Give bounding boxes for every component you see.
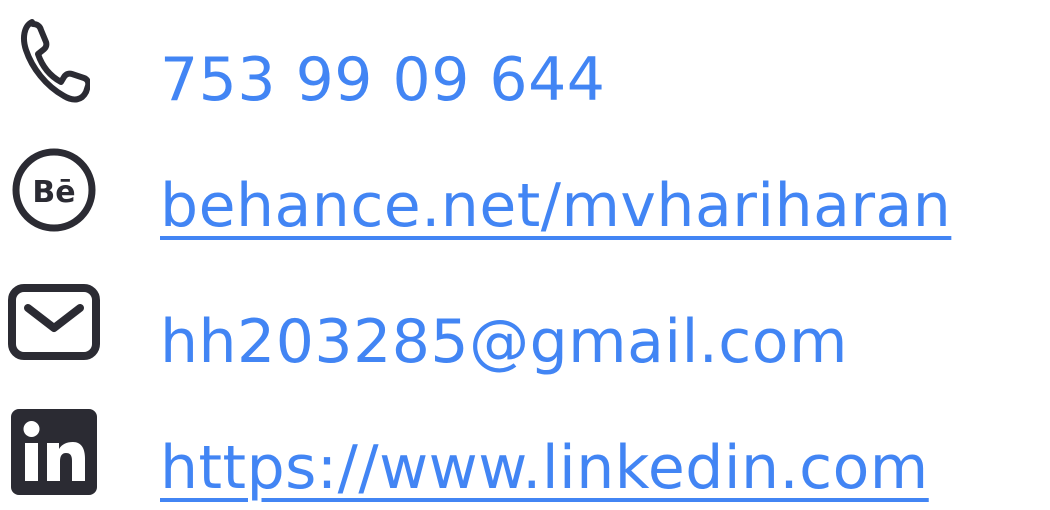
phone-number[interactable]: 753 99 09 644 [160,50,605,110]
linkedin-link[interactable]: https://www.linkedin.com [160,438,929,498]
behance-icon: Bē [8,144,100,236]
linkedin-icon [8,406,100,498]
contact-row-behance: Bē behance.net/mvhariharan [0,140,1050,240]
phone-icon [8,12,100,104]
svg-text:Bē: Bē [32,175,75,210]
email-address[interactable]: hh203285@gmail.com [160,312,848,372]
mail-icon [8,276,100,368]
contact-row-linkedin: https://www.linkedin.com [0,402,1050,502]
contact-row-email: hh203285@gmail.com [0,276,1050,376]
behance-link[interactable]: behance.net/mvhariharan [160,176,951,236]
contact-row-phone: 753 99 09 644 [0,12,1050,112]
